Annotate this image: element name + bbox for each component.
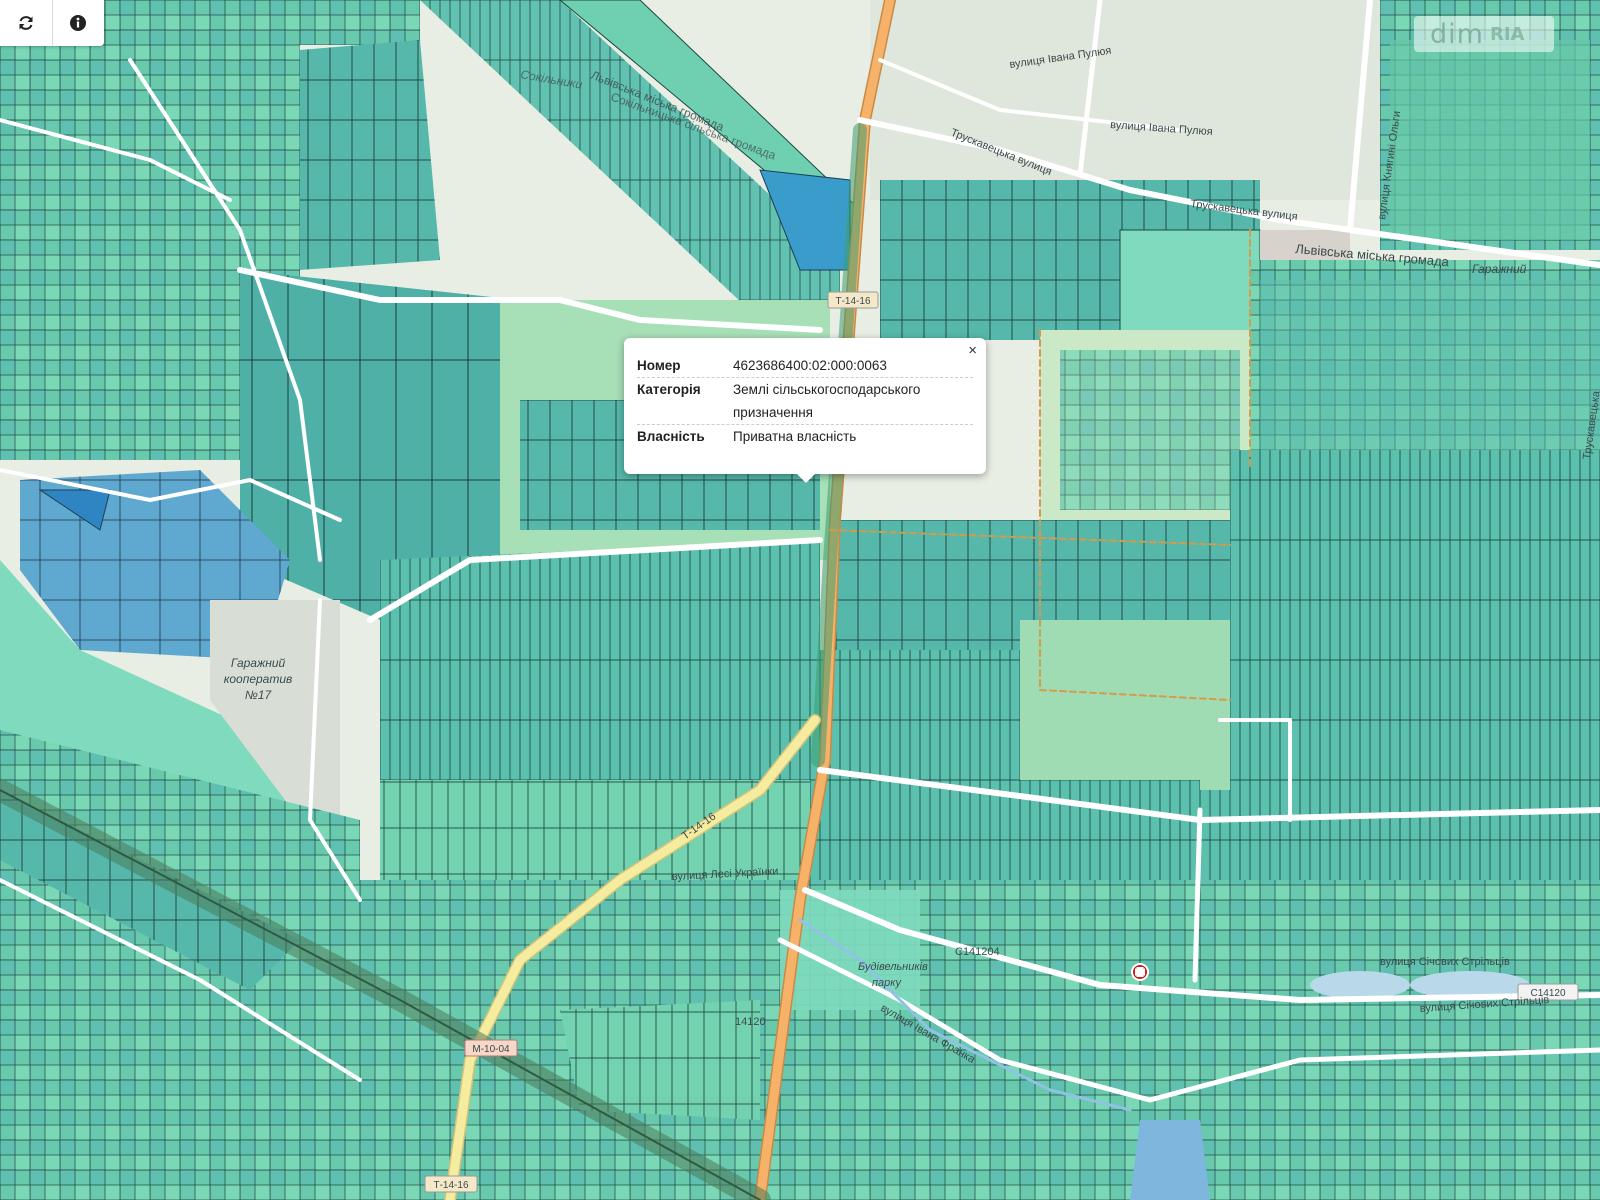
place-label: №17 [245, 688, 273, 702]
road-shield-m10: М-10-04 [464, 1039, 518, 1057]
info-icon [70, 15, 87, 31]
parcel-info-popup: × Номер 4623686400:02:000:0063 Категорія… [624, 338, 986, 483]
street-label: вулиця Січових Стрільців [1380, 956, 1510, 968]
place-label: кооператив [224, 672, 293, 686]
road-label: С141204 [955, 946, 1000, 958]
hospital-marker-icon[interactable] [1131, 963, 1149, 981]
popup-row-value: Землі сільськогосподарського призначення [733, 382, 921, 420]
road-label: 14120 [735, 1016, 766, 1028]
svg-text:М-10-04: М-10-04 [472, 1044, 510, 1055]
dimria-watermark: dim RIA [1414, 16, 1554, 52]
refresh-icon [19, 16, 33, 30]
place-label: Гаражний [231, 656, 286, 670]
watermark-subtext: RIA [1489, 23, 1525, 45]
popup-close-button[interactable]: × [968, 342, 977, 359]
place-label: Гаражний [1472, 262, 1527, 276]
popup-row-category: Категорія Землі сільськогосподарського п… [637, 378, 973, 425]
cadastral-map[interactable]: Т-14-16 Т-14-16 М-10-04 С14120 вулиця Ів… [0, 0, 1600, 1200]
popup-row-key: Власність [637, 429, 705, 444]
popup-row-ownership: Власність Приватна власність [637, 425, 973, 448]
road-shield-t1416-bottom: Т-14-16 [424, 1175, 478, 1193]
popup-row-value: Приватна власність [733, 429, 857, 444]
popup-row-key: Номер [637, 358, 681, 373]
map-app: Т-14-16 Т-14-16 М-10-04 С14120 вулиця Ів… [0, 0, 1600, 1200]
svg-text:Т-14-16: Т-14-16 [835, 296, 870, 307]
popup-row-value: 4623686400:02:000:0063 [733, 358, 887, 373]
place-label: Будівельників [858, 961, 928, 973]
svg-text:Т-14-16: Т-14-16 [433, 1180, 468, 1191]
info-button[interactable] [51, 0, 105, 46]
parcel-layer [0, 0, 1600, 1200]
map-toolbar [0, 0, 104, 46]
road-shield-t1416-top: Т-14-16 [827, 291, 879, 309]
popup-row-number: Номер 4623686400:02:000:0063 [637, 354, 973, 378]
popup-row-key: Категорія [637, 382, 701, 397]
place-label: парку [872, 977, 902, 989]
refresh-button[interactable] [0, 0, 52, 46]
watermark-text: dim [1430, 18, 1484, 50]
